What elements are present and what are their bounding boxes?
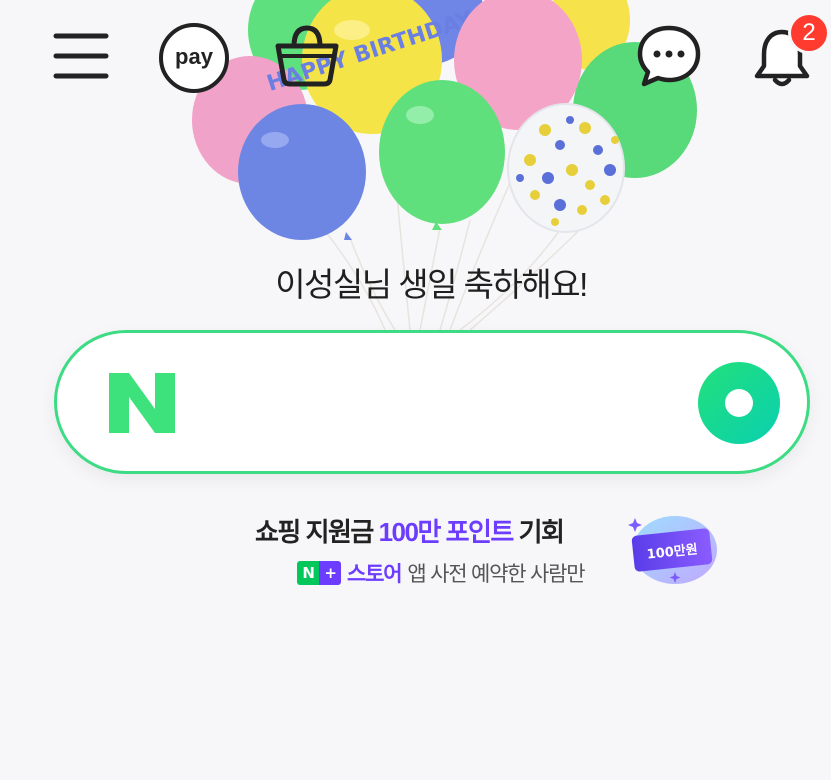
- naver-logo-icon: [109, 373, 175, 433]
- naver-plus-badge: N +: [297, 561, 341, 585]
- promo-subline-text: 앱 사전 예약한 사람만: [407, 563, 585, 586]
- green-dot-search-button[interactable]: [697, 361, 781, 445]
- search-bar[interactable]: [54, 330, 810, 474]
- chat-icon[interactable]: [636, 24, 702, 88]
- store-label: 스토어: [347, 563, 403, 586]
- promo-highlight: 100만 포인트: [378, 517, 515, 547]
- search-input[interactable]: [207, 373, 711, 435]
- promo-suffix: 기회: [512, 517, 565, 547]
- shopping-promo-banner[interactable]: 쇼핑 지원금 100만 포인트 기회 N + 스토어 앱 사전 예약한 사람만 …: [255, 506, 725, 596]
- notification-count-badge: 2: [788, 12, 830, 54]
- pay-icon[interactable]: pay: [158, 22, 230, 94]
- promo-headline: 쇼핑 지원금 100만 포인트 기회: [255, 512, 565, 549]
- menu-icon[interactable]: [52, 30, 110, 82]
- promo-subline: N + 스토어 앱 사전 예약한 사람만: [297, 558, 586, 588]
- badge-plus: +: [319, 561, 341, 585]
- promo-prefix: 쇼핑 지원금: [255, 517, 379, 547]
- birthday-greeting: 이성실님 생일 축하해요!: [275, 266, 588, 303]
- pay-label: pay: [175, 44, 214, 69]
- badge-n: N: [297, 561, 319, 585]
- shopping-bag-icon[interactable]: [272, 22, 342, 88]
- coupon-card-icon: 100만원: [628, 516, 717, 584]
